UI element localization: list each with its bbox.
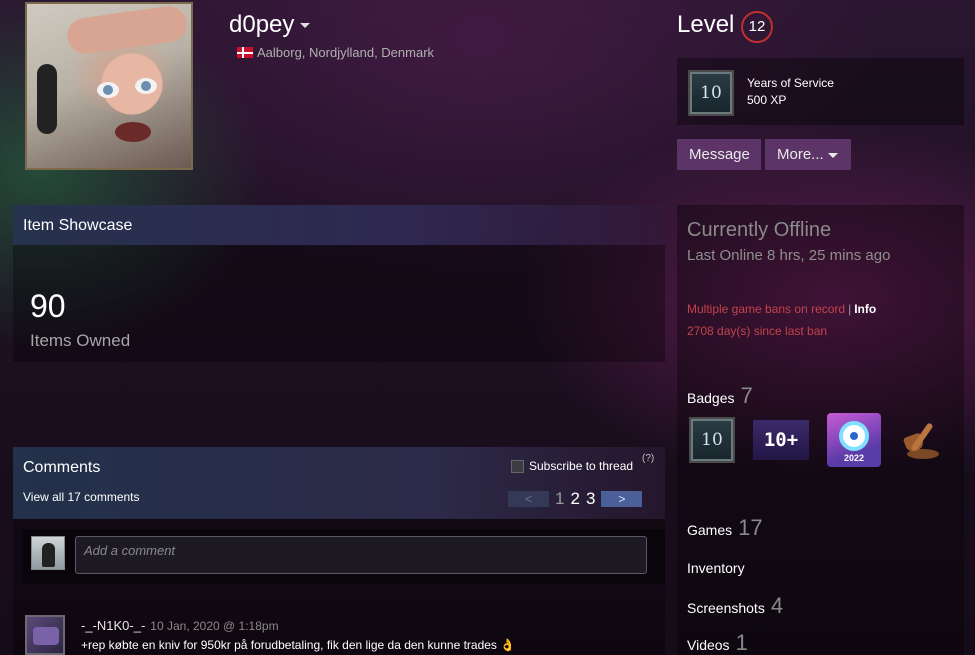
badges-count: 7 bbox=[740, 383, 753, 408]
username: d0pey bbox=[229, 11, 295, 38]
badges-label: Badges bbox=[687, 390, 735, 406]
pager-prev-button[interactable]: < bbox=[508, 491, 549, 507]
featured-badge-xp: 500 XP bbox=[747, 93, 787, 107]
items-count-label: Items Owned bbox=[30, 331, 131, 350]
profile-sidebar: Currently Offline Last Online 8 hrs, 25 … bbox=[677, 205, 964, 655]
badge-year: 2022 bbox=[843, 453, 865, 463]
screenshots-label: Screenshots bbox=[687, 600, 765, 616]
comments-title: Comments bbox=[23, 459, 101, 476]
pager-page-2[interactable]: 2 bbox=[570, 489, 579, 509]
more-button[interactable]: More... bbox=[765, 139, 851, 170]
profile-avatar bbox=[25, 2, 193, 170]
ban-days: 2708 day(s) since last ban bbox=[687, 324, 828, 338]
location-text: Aalborg, Nordjylland, Denmark bbox=[257, 45, 435, 60]
ban-status-text: Multiple game bans on record bbox=[687, 302, 846, 316]
ban-status-separator: | bbox=[848, 302, 852, 316]
comments-header: Comments View all 17 comments Subscribe … bbox=[13, 447, 665, 519]
message-button[interactable]: Message bbox=[677, 139, 761, 170]
profile-name-dropdown[interactable]: d0pey bbox=[229, 11, 311, 39]
view-all-comments-link[interactable]: View all 17 comments bbox=[23, 490, 140, 504]
denmark-flag-icon bbox=[237, 47, 253, 58]
comment-author-avatar[interactable] bbox=[25, 615, 65, 655]
games-count: 17 bbox=[738, 515, 763, 540]
ban-info-link[interactable]: Info bbox=[854, 302, 876, 316]
badges-list: 10 10+ 2022 bbox=[689, 413, 945, 467]
featured-badge[interactable]: 10 Years of Service 500 XP bbox=[677, 58, 964, 125]
screenshots-count: 4 bbox=[770, 593, 784, 618]
online-status: Currently Offline bbox=[687, 219, 832, 241]
comment-compose: Add a comment bbox=[23, 529, 665, 584]
comments-section: Comments View all 17 comments Subscribe … bbox=[13, 447, 665, 655]
pager-page-3[interactable]: 3 bbox=[586, 489, 595, 509]
comment-input[interactable]: Add a comment bbox=[75, 536, 647, 574]
comment-header: -_-N1K0-_- 10 Jan, 2020 @ 1:18pm bbox=[81, 618, 279, 633]
steam-logo-icon bbox=[839, 421, 869, 451]
pager-next-button[interactable]: > bbox=[601, 491, 643, 507]
comment-author-link[interactable]: -_-N1K0-_- bbox=[81, 618, 145, 633]
years-of-service-10-badge-icon[interactable]: 10 bbox=[689, 417, 735, 463]
my-avatar bbox=[31, 536, 65, 570]
showcase-title: Item Showcase bbox=[13, 205, 665, 245]
more-button-label: More... bbox=[777, 146, 824, 163]
badges-link[interactable]: Badges 7 bbox=[687, 383, 753, 409]
chevron-down-icon bbox=[827, 152, 838, 158]
comment-text: +rep købte en kniv for 950kr på forudbet… bbox=[81, 638, 516, 652]
subscribe-toggle[interactable]: Subscribe to thread bbox=[511, 459, 633, 473]
avatar-eye bbox=[97, 82, 119, 98]
avatar-mouth bbox=[115, 122, 151, 142]
avatar-headset bbox=[37, 64, 57, 134]
comment-date: 10 Jan, 2020 @ 1:18pm bbox=[150, 619, 279, 633]
shovel-badge-icon[interactable] bbox=[899, 417, 945, 463]
help-icon[interactable]: (?) bbox=[642, 453, 654, 464]
level-label: Level bbox=[677, 11, 735, 38]
avatar-eye bbox=[135, 78, 157, 94]
steam-replay-2022-badge-icon[interactable]: 2022 bbox=[827, 413, 881, 467]
years-of-service-badge-icon: 10 bbox=[688, 70, 734, 116]
ban-status: Multiple game bans on record | Info bbox=[687, 302, 876, 316]
subscribe-checkbox[interactable] bbox=[511, 459, 524, 473]
profile-location: Aalborg, Nordjylland, Denmark bbox=[237, 45, 434, 60]
ten-plus-badge-icon[interactable]: 10+ bbox=[753, 420, 809, 460]
inventory-label: Inventory bbox=[687, 560, 745, 576]
videos-link[interactable]: Videos 1 bbox=[687, 630, 748, 655]
featured-badge-title: Years of Service bbox=[747, 76, 834, 90]
level-badge[interactable]: 12 bbox=[741, 11, 773, 43]
screenshots-link[interactable]: Screenshots 4 bbox=[687, 593, 783, 619]
avatar-hand bbox=[65, 4, 189, 57]
item-showcase: Item Showcase 90 Items Owned bbox=[13, 205, 665, 362]
videos-count: 1 bbox=[735, 630, 748, 655]
chevron-down-icon bbox=[300, 23, 311, 29]
items-count[interactable]: 90 bbox=[30, 288, 66, 325]
inventory-link[interactable]: Inventory bbox=[687, 560, 745, 576]
comments-pager: < 1 2 3 > bbox=[508, 489, 643, 509]
pager-page-1[interactable]: 1 bbox=[555, 489, 564, 509]
games-link[interactable]: Games 17 bbox=[687, 515, 763, 541]
subscribe-label: Subscribe to thread bbox=[529, 459, 634, 473]
videos-label: Videos bbox=[687, 637, 730, 653]
last-online: Last Online 8 hrs, 25 mins ago bbox=[687, 247, 891, 264]
games-label: Games bbox=[687, 522, 733, 538]
